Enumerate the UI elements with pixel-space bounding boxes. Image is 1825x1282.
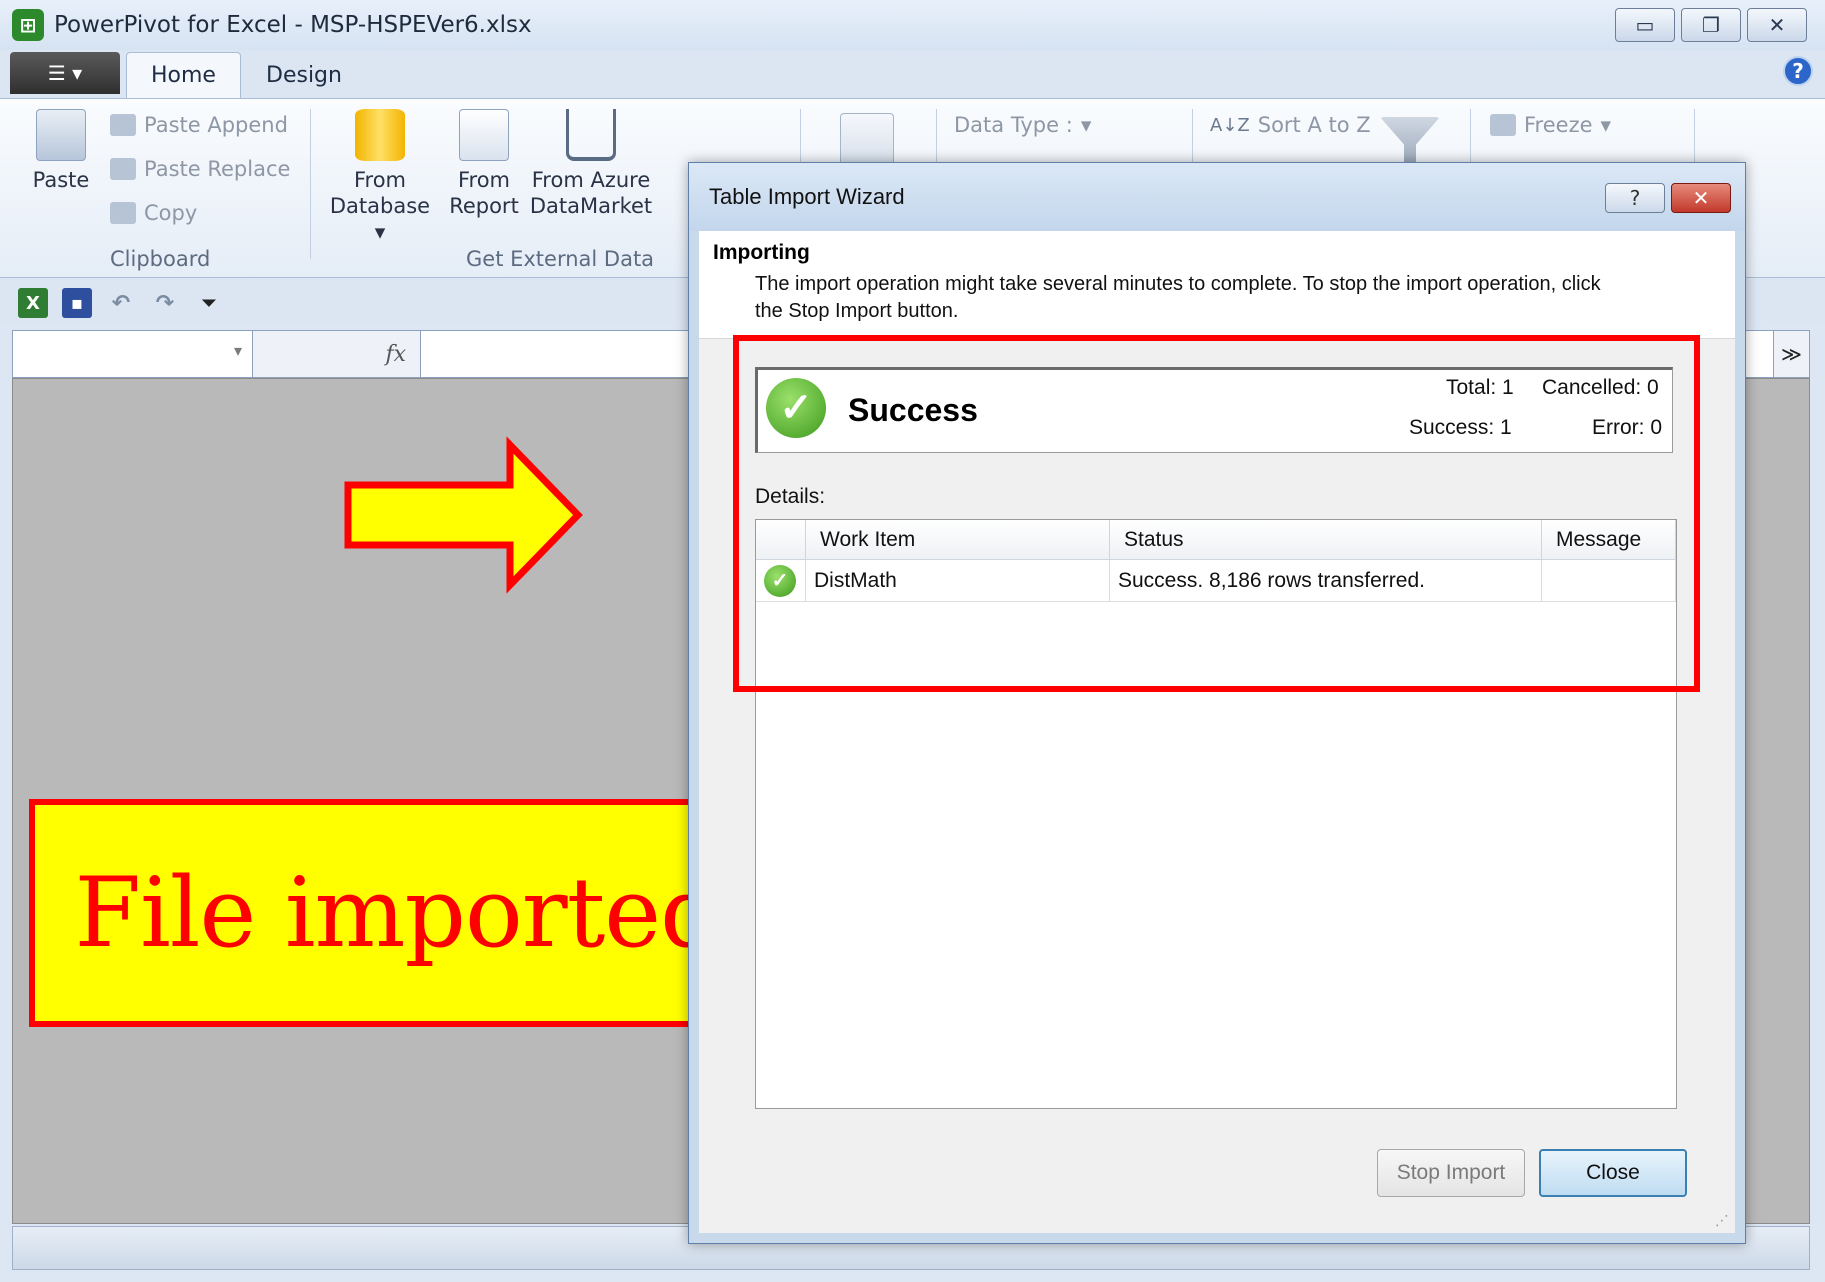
dialog-header: Importing The import operation might tak…: [699, 231, 1735, 339]
paste-append-button[interactable]: Paste Append: [110, 113, 288, 137]
copy-button[interactable]: Copy: [110, 201, 197, 225]
dialog-help-icon[interactable]: ?: [1605, 183, 1665, 213]
from-azure-label-1: From Azure: [531, 168, 651, 192]
paste-replace-icon: [110, 158, 136, 180]
header-description: The import operation might take several …: [755, 273, 1601, 322]
shopping-cart-icon: [566, 109, 616, 161]
from-report-label-1: From: [457, 168, 511, 192]
close-button[interactable]: Close: [1539, 1149, 1687, 1197]
sort-a-to-z-button[interactable]: A↓Z Sort A to Z: [1210, 113, 1371, 137]
paste-button[interactable]: Paste: [26, 109, 96, 193]
window-controls: ▭ ❐ ✕: [1615, 8, 1807, 42]
dialog-title-bar: Table Import Wizard ? ✕: [689, 163, 1745, 231]
annotation-highlight-box: [733, 335, 1700, 692]
annotation-callout: File imported: [29, 799, 766, 1027]
fx-icon[interactable]: fx: [253, 331, 421, 377]
save-icon[interactable]: ▪: [62, 288, 92, 318]
clipboard-group-label: Clipboard: [110, 247, 211, 271]
external-data-group-label: Get External Data: [466, 247, 655, 271]
paste-label: Paste: [32, 168, 90, 192]
restore-icon[interactable]: ❐: [1681, 8, 1741, 42]
from-azure-button[interactable]: From Azure DataMarket: [528, 109, 654, 219]
window-title: PowerPivot for Excel - MSP-HSPEVer6.xlsx: [54, 12, 532, 38]
tab-home[interactable]: Home: [126, 52, 241, 98]
chevron-down-icon: ▾: [1080, 113, 1092, 137]
from-database-button[interactable]: From Database ▾: [322, 109, 438, 245]
dialog-close-icon[interactable]: ✕: [1671, 183, 1731, 213]
expand-formula-icon[interactable]: ≫: [1773, 331, 1809, 377]
from-azure-label-2: DataMarket: [529, 194, 653, 218]
redo-icon[interactable]: ↷: [150, 288, 180, 318]
paste-icon: [36, 109, 86, 161]
menu-icon: ☰ ▾: [47, 61, 83, 85]
data-type-dropdown[interactable]: Data Type : ▾: [954, 113, 1091, 137]
ribbon-separator: [310, 109, 311, 259]
freeze-label: Freeze: [1524, 113, 1593, 137]
tab-design[interactable]: Design: [242, 52, 366, 98]
name-box[interactable]: ▾: [13, 331, 253, 377]
data-type-label: Data Type :: [954, 113, 1073, 137]
chevron-down-icon: ▾: [1600, 113, 1612, 137]
paste-replace-label: Paste Replace: [144, 157, 291, 181]
paste-append-icon: [110, 114, 136, 136]
title-bar: ⊞ PowerPivot for Excel - MSP-HSPEVer6.xl…: [0, 0, 1825, 50]
customize-toolbar-icon[interactable]: ⏷: [194, 288, 224, 318]
from-database-label-2: Database: [329, 194, 431, 218]
report-icon: [459, 109, 509, 161]
table-import-wizard-dialog: Table Import Wizard ? ✕ Importing The im…: [688, 162, 1746, 1244]
header-title: Importing: [713, 241, 810, 264]
paste-replace-button[interactable]: Paste Replace: [110, 157, 290, 181]
table-refresh-icon[interactable]: [840, 113, 894, 167]
sort-icon: A↓Z: [1210, 114, 1250, 136]
freeze-dropdown[interactable]: Freeze ▾: [1490, 113, 1611, 137]
callout-text: File imported: [74, 857, 721, 969]
resize-grip-icon[interactable]: ⋰: [1715, 1213, 1729, 1229]
undo-icon[interactable]: ↶: [106, 288, 136, 318]
copy-icon: [110, 202, 136, 224]
powerpivot-icon: ⊞: [12, 9, 44, 41]
excel-icon[interactable]: X: [18, 288, 48, 318]
annotation-arrow: [344, 436, 583, 594]
close-icon[interactable]: ✕: [1747, 8, 1807, 42]
paste-append-label: Paste Append: [144, 113, 288, 137]
filter-icon[interactable]: [1380, 117, 1440, 167]
copy-label: Copy: [144, 201, 198, 225]
from-report-button[interactable]: From Report: [444, 109, 524, 219]
database-icon: [355, 109, 405, 161]
from-database-label-1: From: [353, 168, 407, 192]
from-report-label-2: Report: [449, 194, 519, 218]
help-icon[interactable]: ?: [1783, 56, 1813, 86]
minimize-icon[interactable]: ▭: [1615, 8, 1675, 42]
sort-label: Sort A to Z: [1257, 113, 1371, 137]
freeze-icon: [1490, 114, 1516, 136]
ribbon-tabs: ☰ ▾ Home Design ?: [0, 50, 1825, 98]
file-menu-button[interactable]: ☰ ▾: [10, 52, 120, 94]
dialog-title: Table Import Wizard: [709, 184, 905, 209]
chevron-down-icon: ▾: [233, 341, 242, 360]
stop-import-button[interactable]: Stop Import: [1377, 1149, 1525, 1197]
